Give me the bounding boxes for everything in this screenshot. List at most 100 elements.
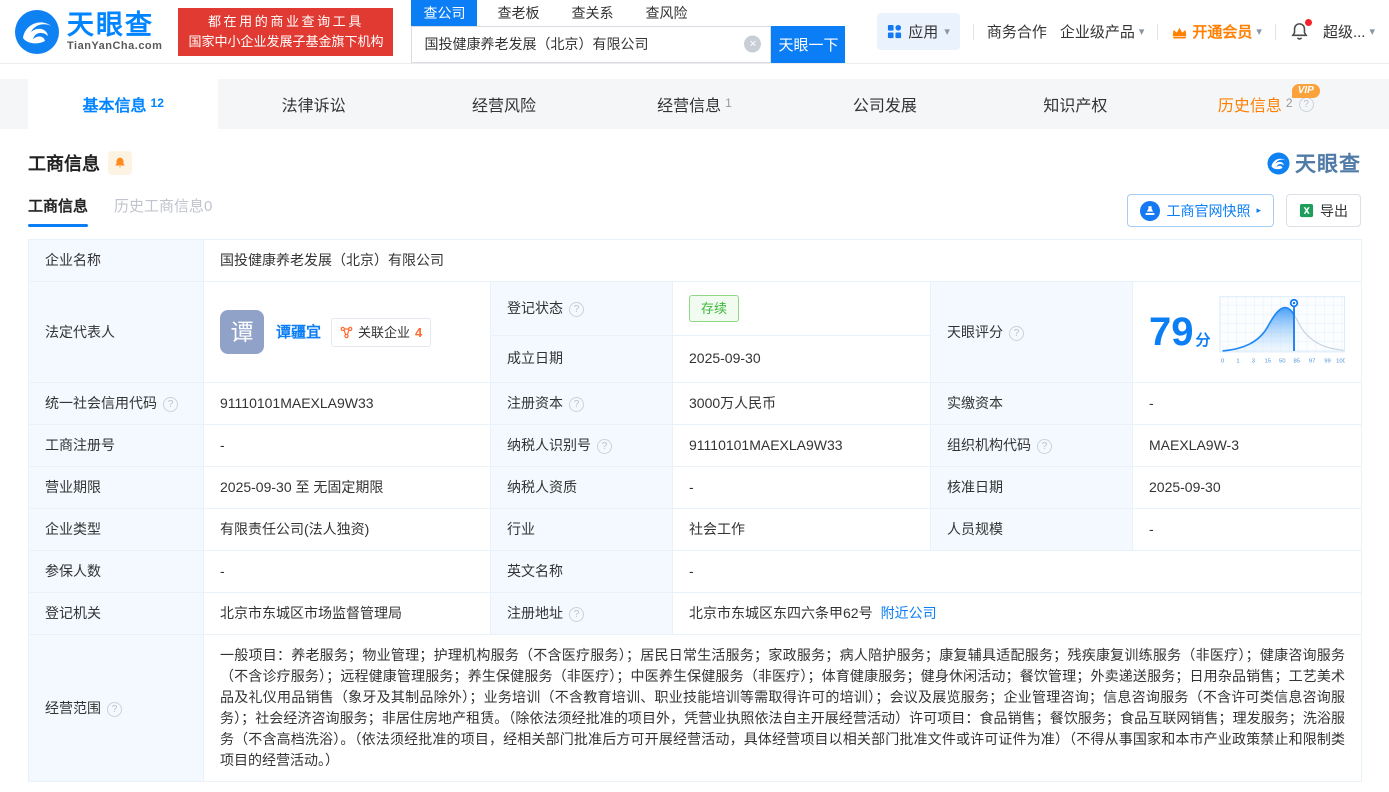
help-icon[interactable]: ?	[107, 701, 122, 717]
label-org-code: 组织机构代码?	[930, 424, 1133, 467]
related-companies-badge[interactable]: 关联企业 4	[331, 317, 432, 347]
label-staff-size: 人员规模	[930, 508, 1133, 551]
subtab-history-business-info[interactable]: 历史工商信息0	[114, 195, 212, 227]
help-icon[interactable]: ?	[1037, 439, 1052, 454]
official-snapshot-button[interactable]: 工商官网快照 ▸	[1127, 194, 1274, 227]
table-row: 企业名称 国投健康养老发展（北京）有限公司	[28, 239, 1363, 282]
value-business-scope: 一般项目：养老服务；物业管理；护理机构服务（不含医疗服务）；居民日常生活服务；家…	[202, 634, 1363, 782]
tab-basic-info[interactable]: 基本信息 12	[28, 79, 219, 129]
value-reg-address: 北京市东城区东四六条甲62号 附近公司	[671, 592, 1363, 635]
slogan-banner: 都在用的商业查询工具 国家中小企业发展子基金旗下机构	[178, 7, 394, 56]
svg-text:99: 99	[1324, 359, 1331, 365]
divider	[1274, 23, 1276, 40]
help-icon[interactable]: ?	[569, 301, 584, 317]
value-reg-capital: 3000万人民币	[672, 382, 931, 425]
section-header: 工商信息 天眼查	[28, 148, 1361, 178]
value-english-name: -	[671, 550, 1363, 593]
clear-search-icon[interactable]: ×	[744, 35, 762, 53]
tab-intellectual-property[interactable]: 知识产权	[980, 79, 1170, 129]
business-cooperation-link[interactable]: 商务合作	[987, 21, 1047, 42]
notification-bell-icon[interactable]	[1289, 19, 1312, 42]
nearby-companies-link[interactable]: 附近公司	[881, 605, 937, 621]
tab-label: 历史信息	[1217, 98, 1282, 115]
tab-operational-risk[interactable]: 经营风险	[409, 79, 599, 129]
tab-business-info[interactable]: 经营信息 1	[599, 79, 789, 129]
value-staff-size: -	[1131, 508, 1363, 551]
label-legal-rep: 法定代表人	[28, 281, 204, 383]
subscribe-bell-icon[interactable]	[108, 151, 132, 175]
label-text: 经营范围	[45, 699, 101, 716]
value-reg-number: -	[203, 424, 491, 467]
help-icon[interactable]: ?	[569, 397, 584, 412]
table-row: 企业类型 有限责任公司(法人独资) 行业 社会工作 人员规模 -	[28, 508, 1363, 551]
help-icon[interactable]: ?	[1009, 325, 1024, 341]
value-credit-code: 91110101MAEXLA9W33	[203, 382, 491, 425]
tab-label: 公司发展	[852, 98, 917, 115]
tab-legal-proceedings[interactable]: 法律诉讼	[218, 79, 408, 129]
export-button[interactable]: 导出	[1286, 194, 1361, 227]
table-row: 参保人数 - 英文名称 -	[28, 550, 1363, 593]
search-tab-boss[interactable]: 查老板	[485, 0, 551, 26]
open-vip-menu[interactable]: 开通会员 ▾	[1171, 21, 1262, 42]
label-paid-capital: 实缴资本	[930, 382, 1133, 425]
svg-text:1: 1	[1236, 359, 1239, 365]
label-approval-date: 核准日期	[930, 466, 1133, 509]
value-reg-status: 存续	[672, 281, 931, 336]
tab-label: 法律诉讼	[281, 98, 346, 115]
legal-rep-link[interactable]: 谭疆宜	[276, 322, 321, 343]
value-legal-rep: 谭 谭疆宜 关联企业 4	[203, 281, 491, 383]
search-tab-company[interactable]: 查公司	[411, 0, 478, 26]
table-row: 营业期限 2025-09-30 至 无固定期限 纳税人资质 - 核准日期 202…	[28, 466, 1363, 509]
label-text: 注册地址	[507, 605, 563, 621]
enterprise-products-label: 企业级产品	[1059, 24, 1135, 41]
label-business-term: 营业期限	[28, 466, 204, 509]
vip-badge: VIP	[1291, 84, 1320, 98]
score-unit: 分	[1195, 332, 1211, 349]
tab-label: 经营信息	[657, 98, 722, 115]
value-industry: 社会工作	[672, 508, 931, 551]
label-text: 组织机构代码	[947, 437, 1031, 453]
value-paid-capital: -	[1131, 382, 1363, 425]
tianyancha-swirl-icon	[15, 9, 59, 54]
help-icon[interactable]: ?	[163, 397, 178, 412]
network-icon	[340, 326, 353, 338]
table-row: 统一社会信用代码? 91110101MAEXLA9W33 注册资本? 3000万…	[28, 382, 1363, 425]
apps-grid-icon	[888, 24, 902, 39]
subtab-business-info[interactable]: 工商信息	[28, 195, 89, 227]
help-icon[interactable]: ?	[597, 439, 612, 454]
tianyancha-logo[interactable]: 天眼查 TianYanCha.com	[14, 9, 162, 55]
related-companies-count: 4	[415, 324, 423, 340]
tab-company-development[interactable]: 公司发展	[790, 79, 980, 129]
top-header: 天眼查 TianYanCha.com 都在用的商业查询工具 国家中小企业发展子基…	[0, 0, 1389, 64]
help-icon[interactable]: ?	[569, 607, 584, 622]
export-label: 导出	[1320, 202, 1348, 219]
chevron-down-icon: ▾	[1369, 26, 1375, 38]
label-reg-authority: 登记机关	[28, 592, 204, 635]
legal-rep-avatar[interactable]: 谭	[220, 310, 264, 354]
search-tab-relation[interactable]: 查关系	[559, 0, 625, 26]
svg-text:85: 85	[1293, 359, 1300, 365]
apps-menu-label: 应用	[908, 24, 939, 41]
help-icon[interactable]: ?	[1298, 96, 1314, 112]
score-axis-labels: 0 1 3 15 50 85 97 99 100	[1220, 359, 1345, 365]
label-text: 登记状态	[507, 299, 563, 316]
notification-dot	[1304, 19, 1312, 26]
logo-domain: TianYanCha.com	[67, 39, 163, 52]
apps-menu[interactable]: 应用 ▾	[877, 13, 960, 50]
divider	[972, 23, 974, 40]
search-button[interactable]: 天眼一下	[771, 25, 846, 63]
label-company-type: 企业类型	[28, 508, 204, 551]
search-tab-risk[interactable]: 查风险	[633, 0, 699, 26]
header-nav: 应用 ▾ 商务合作 企业级产品 ▾ 开通会员 ▾ 超级... ▾	[877, 13, 1375, 50]
search-input[interactable]	[412, 26, 771, 62]
tab-label: 经营风险	[472, 98, 537, 115]
value-org-code: MAEXLA9W-3	[1131, 424, 1363, 467]
section-title: 工商信息	[28, 154, 100, 174]
enterprise-products-menu[interactable]: 企业级产品 ▾	[1060, 21, 1145, 42]
tab-history-info[interactable]: 历史信息 2 ? VIP	[1171, 79, 1361, 129]
super-vip-menu[interactable]: 超级... ▾	[1323, 21, 1375, 42]
label-company-name: 企业名称	[28, 239, 204, 282]
excel-icon	[1299, 203, 1314, 218]
subtabs: 工商信息 历史工商信息0	[28, 195, 212, 227]
label-established-date: 成立日期	[490, 334, 673, 384]
